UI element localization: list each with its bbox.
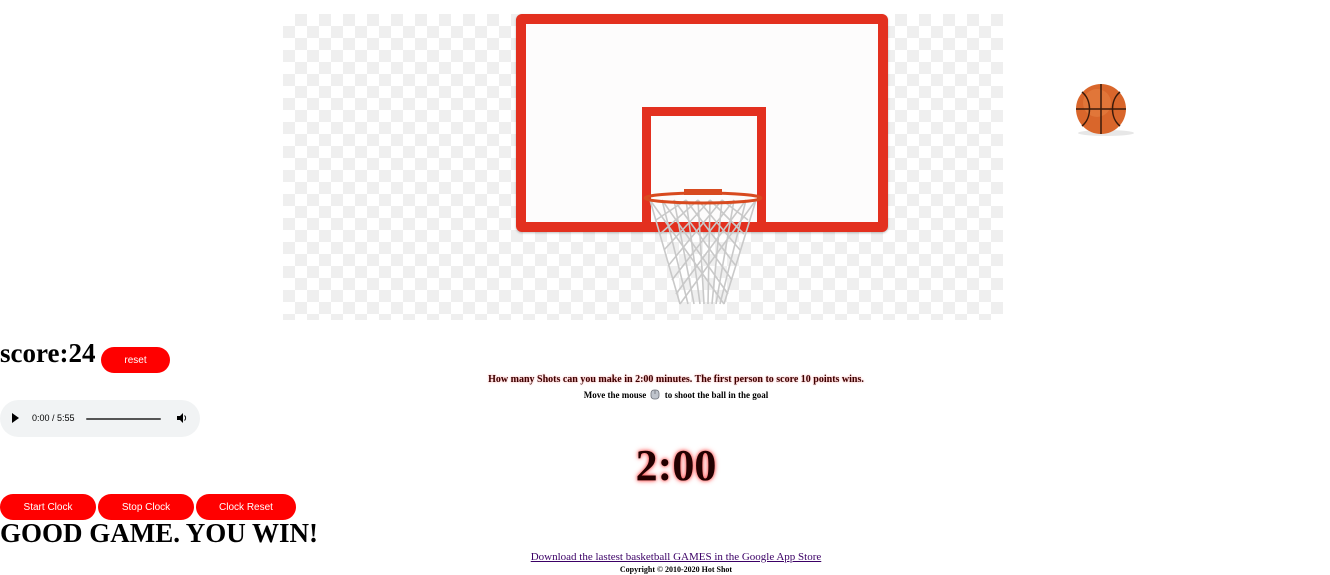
stop-clock-button[interactable]: Stop Clock <box>98 494 194 520</box>
mouse-hint-before: Move the mouse <box>583 390 647 400</box>
instructions-text: How many Shots can you make in 2:00 minu… <box>488 374 864 385</box>
clock-reset-button[interactable]: Clock Reset <box>196 494 296 520</box>
footer-link-container: Download the lastest basketball GAMES in… <box>0 551 1330 563</box>
play-icon[interactable] <box>12 413 19 423</box>
mouse-icon <box>651 389 660 400</box>
win-message: GOOD GAME. YOU WIN! <box>0 518 319 548</box>
basketball-icon[interactable] <box>1074 82 1136 138</box>
score-display: score:24 <box>0 338 96 368</box>
audio-time: 0:00 / 5:55 <box>32 413 75 423</box>
reset-button[interactable]: reset <box>101 347 170 373</box>
download-games-link[interactable]: Download the lastest basketball GAMES in… <box>531 551 822 563</box>
mouse-hint: Move the mouse to shoot the ball in the … <box>0 389 1330 400</box>
mouse-hint-after: to shoot the ball in the goal <box>664 390 769 400</box>
hoop-net <box>643 189 763 305</box>
copyright-text: Copyright © 2010-2020 Hot Shot <box>619 565 733 574</box>
start-clock-button[interactable]: Start Clock <box>0 494 96 520</box>
hoop-area <box>283 14 1003 320</box>
volume-icon[interactable] <box>176 412 188 424</box>
game-clock: 2:00 <box>635 441 717 490</box>
audio-player: 0:00 / 5:55 <box>0 400 200 437</box>
audio-progress-slider[interactable] <box>86 418 161 420</box>
